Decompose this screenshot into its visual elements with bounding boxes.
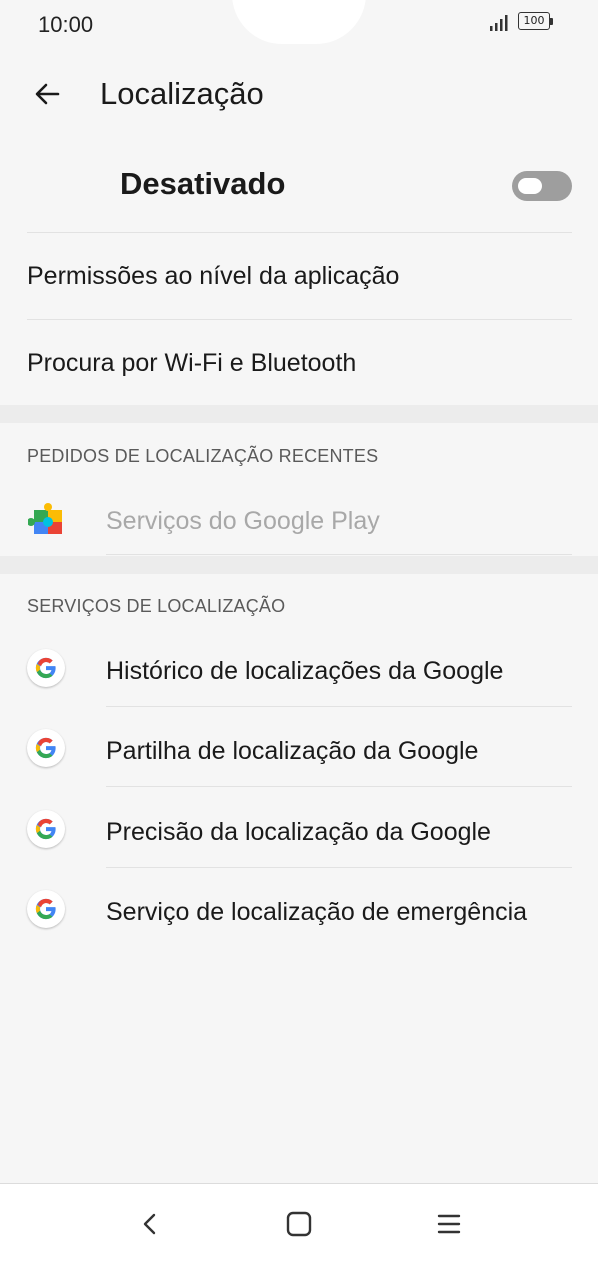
divider [27, 232, 572, 233]
divider [106, 786, 572, 787]
emergency-location-label: Serviço de localização de emergência [106, 898, 528, 926]
signal-bars-icon [490, 15, 508, 31]
divider [106, 706, 572, 707]
wifi-bluetooth-scanning-item[interactable]: Procura por Wi-Fi e Bluetooth [27, 349, 356, 378]
location-sharing-label: Partilha de localização da Google [106, 737, 479, 765]
status-bar: 10:00 100 [0, 0, 598, 48]
battery-icon: 100 [518, 12, 554, 32]
location-settings-screen: 10:00 100 Localização Desativado Permiss… [0, 0, 598, 1262]
google-g-icon [27, 890, 65, 928]
nav-back-icon[interactable] [132, 1206, 168, 1242]
app-level-permissions-item[interactable]: Permissões ao nível da aplicação [27, 262, 399, 291]
battery-level: 100 [518, 12, 550, 30]
section-separator [0, 556, 598, 574]
google-g-icon [27, 810, 65, 848]
nav-menu-icon[interactable] [431, 1206, 467, 1242]
toggle-knob [518, 178, 542, 194]
divider [106, 554, 572, 555]
master-switch-label: Desativado [120, 166, 286, 201]
section-separator [0, 405, 598, 423]
divider [106, 867, 572, 868]
recent-request-label: Serviços do Google Play [106, 507, 380, 535]
divider [27, 319, 572, 320]
google-play-services-icon [28, 503, 62, 534]
google-g-icon [27, 729, 65, 767]
page-title: Localização [100, 76, 264, 111]
location-services-header: SERVIÇOS DE LOCALIZAÇÃO [27, 596, 286, 616]
google-g-icon [27, 649, 65, 687]
location-toggle[interactable] [512, 171, 572, 201]
navigation-bar [0, 1183, 598, 1262]
recent-requests-header: PEDIDOS DE LOCALIZAÇÃO RECENTES [27, 446, 379, 466]
arrow-left-icon[interactable] [28, 74, 68, 114]
status-time: 10:00 [38, 12, 94, 37]
location-accuracy-label: Precisão da localização da Google [106, 818, 491, 846]
location-history-label: Histórico de localizações da Google [106, 657, 504, 685]
camera-notch [232, 0, 366, 44]
nav-home-icon[interactable] [281, 1206, 317, 1242]
